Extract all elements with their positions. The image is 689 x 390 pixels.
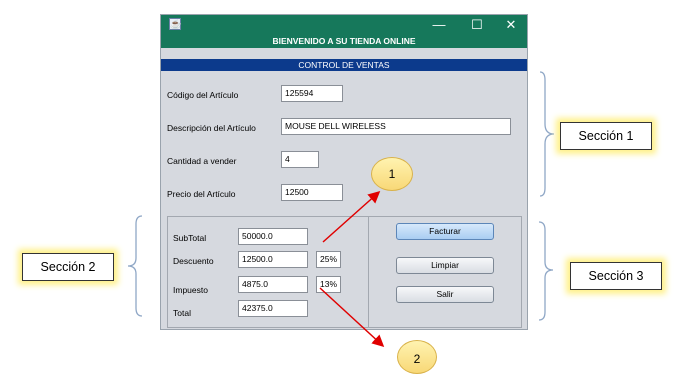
arrow-to-marker-1: [322, 191, 381, 243]
seccion1-bracket: [539, 71, 555, 197]
marker-1: 1: [371, 157, 413, 191]
seccion1-callout: Sección 1: [560, 122, 652, 150]
marker-2: 2: [397, 340, 437, 374]
seccion3-bracket: [538, 221, 554, 321]
seccion3-callout: Sección 3: [570, 262, 662, 290]
seccion2-callout: Sección 2: [22, 253, 114, 281]
annotation-overlay: [127, 71, 555, 348]
arrow-to-marker-2: [319, 287, 385, 348]
seccion2-bracket: [127, 215, 143, 317]
